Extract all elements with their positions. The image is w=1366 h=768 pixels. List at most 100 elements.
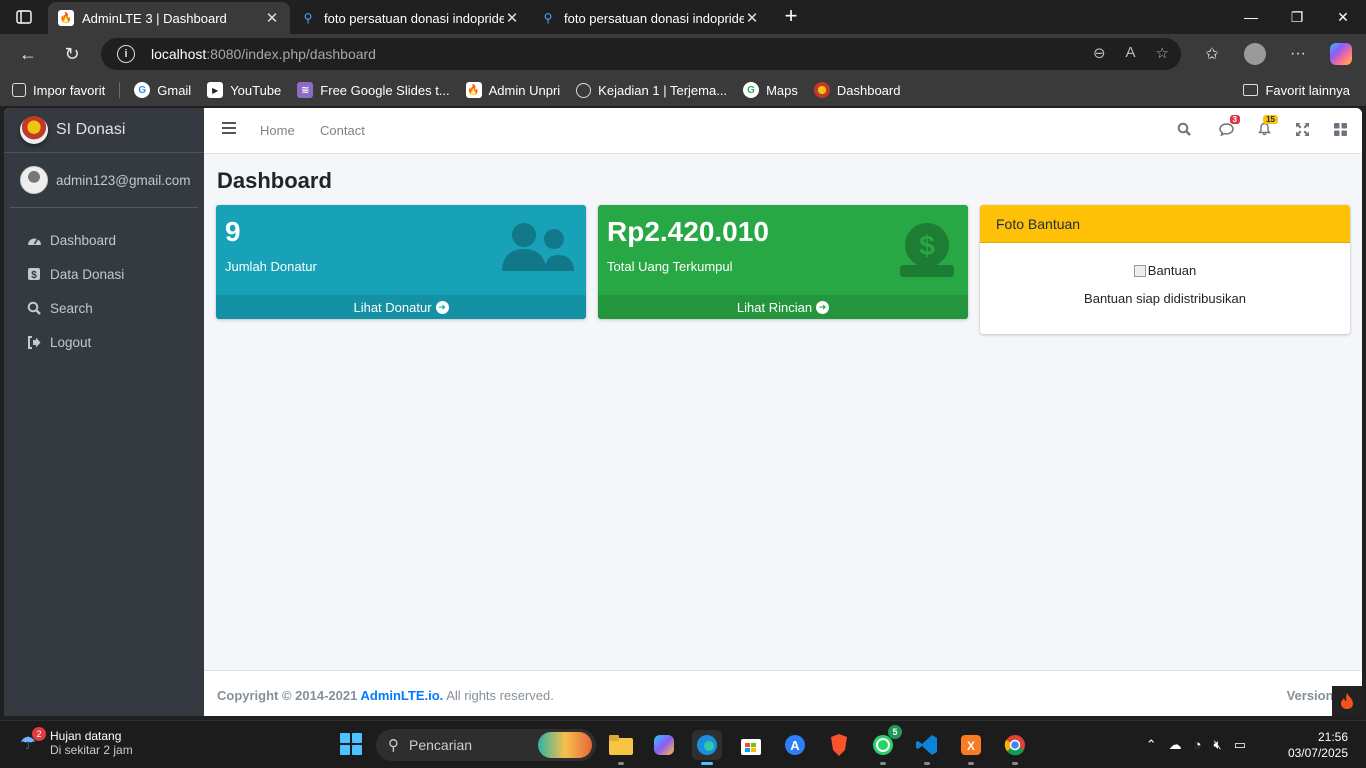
vscode-icon[interactable]: [912, 730, 942, 765]
more-options-icon[interactable]: ···: [1284, 41, 1312, 67]
star-icon[interactable]: ☆: [1156, 44, 1169, 62]
users-icon: [502, 221, 574, 276]
bookmark-label: YouTube: [230, 82, 282, 98]
restore-icon[interactable]: ❐: [1274, 0, 1320, 34]
bookmark-kejadian[interactable]: Kejadian 1 | Terjema...: [568, 78, 735, 102]
bookmark-slides[interactable]: ≋ Free Google Slides t...: [289, 78, 457, 102]
search-icon: ⚲: [388, 737, 399, 754]
main-header: Home Contact 3 15: [204, 108, 1362, 154]
edge-icon[interactable]: [692, 730, 722, 765]
bookmark-label: Dashboard: [836, 82, 901, 98]
zoom-icon[interactable]: ⊖: [1093, 44, 1106, 62]
copilot-icon[interactable]: [649, 730, 679, 760]
image-alt-text: Bantuan: [1147, 263, 1197, 278]
folder-icon: [1243, 84, 1259, 96]
card-caption: Bantuan siap didistribusikan: [1084, 290, 1246, 306]
messages-icon[interactable]: 3: [1218, 115, 1240, 137]
tachometer-icon: [26, 232, 42, 248]
control-sidebar-grid-icon[interactable]: [1332, 121, 1348, 137]
tab-title: foto persatuan donasi indopride -: [564, 10, 744, 26]
file-explorer-icon[interactable]: [606, 730, 636, 765]
taskbar-search[interactable]: ⚲ Pencarian: [376, 729, 596, 761]
total-uang-value: Rp2.420.010: [607, 216, 769, 247]
address-toolbar: ← ↻ i localhost:8080/index.php/dashboard…: [0, 34, 1366, 74]
xampp-icon[interactable]: X: [956, 730, 986, 765]
chrome-icon[interactable]: [1000, 730, 1030, 765]
address-bar[interactable]: i localhost:8080/index.php/dashboard ⊖ A…: [101, 38, 1181, 70]
bookmark-other-folder[interactable]: Favorit lainnya: [1235, 78, 1358, 102]
bookmark-label: Free Google Slides t...: [320, 82, 450, 98]
svg-text:$: $: [31, 270, 37, 281]
battery-icon[interactable]: ▭: [1234, 737, 1246, 753]
whatsapp-icon[interactable]: 5: [868, 725, 902, 765]
tab-search-2[interactable]: ⚲ foto persatuan donasi indopride - ✕: [530, 2, 770, 34]
lihat-donatur-link[interactable]: Lihat Donatur ➜: [216, 295, 586, 319]
close-tab-icon[interactable]: ✕: [504, 9, 520, 27]
fullscreen-icon[interactable]: [1294, 121, 1310, 137]
close-tab-icon[interactable]: ✕: [264, 9, 280, 27]
close-window-icon[interactable]: ✕: [1320, 0, 1366, 34]
navbar-search-icon[interactable]: [1176, 121, 1192, 137]
bookmark-label: Impor favorit: [33, 82, 106, 98]
bookmark-maps[interactable]: G Maps: [735, 78, 806, 102]
refresh-icon[interactable]: ↻: [60, 42, 84, 66]
onedrive-icon[interactable]: ☁: [1169, 737, 1182, 753]
sidebar-item-logout[interactable]: Logout: [12, 325, 196, 359]
close-tab-icon[interactable]: ✕: [744, 9, 760, 27]
tab-actions-button[interactable]: [10, 7, 38, 27]
tab-dashboard[interactable]: 🔥 AdminLTE 3 | Dashboard ✕: [48, 2, 290, 34]
weather-widget[interactable]: ☂ 2 Hujan datang Di sekitar 2 jam: [16, 727, 133, 757]
read-aloud-icon[interactable]: A: [1126, 44, 1136, 62]
search-icon: [26, 300, 42, 316]
bookmark-dashboard[interactable]: Dashboard: [806, 78, 909, 102]
notifications-bell-icon[interactable]: 15: [1256, 115, 1278, 137]
tab-search-1[interactable]: ⚲ foto persatuan donasi indopride - ✕: [290, 2, 530, 34]
sidebar-item-data-donasi[interactable]: $ Data Donasi: [12, 257, 196, 291]
nav-home-link[interactable]: Home: [260, 123, 295, 138]
minimize-icon[interactable]: —: [1228, 0, 1274, 34]
adminlte-link[interactable]: AdminLTE.io.: [360, 688, 443, 703]
sidebar-menu: Dashboard $ Data Donasi Search Logout: [4, 223, 204, 359]
back-arrow-icon[interactable]: ←: [16, 42, 40, 66]
start-button[interactable]: [340, 733, 362, 755]
money-bill-icon: $: [26, 266, 42, 282]
umbrella-icon: ☂ 2: [16, 727, 46, 755]
bookmark-gmail[interactable]: G Gmail: [126, 78, 199, 102]
whatsapp-badge: 5: [888, 725, 902, 739]
clock[interactable]: 21:56 03/07/2025: [1288, 729, 1348, 761]
brand-link[interactable]: SI Donasi: [4, 108, 204, 153]
store-icon[interactable]: [736, 730, 766, 760]
system-tray: ⌃ ☁ ◔ 🔇︎ ▭: [1146, 737, 1246, 753]
chevron-up-icon[interactable]: ⌃: [1146, 737, 1157, 753]
brand-logo: [20, 116, 48, 144]
search-icon: ⚲: [543, 11, 553, 25]
new-tab-button[interactable]: +: [780, 4, 802, 30]
search-icon: ⚲: [303, 11, 313, 25]
wifi-icon[interactable]: ◔: [1194, 737, 1202, 753]
nav-contact-link[interactable]: Contact: [320, 123, 365, 138]
profile-avatar-icon[interactable]: [1244, 43, 1266, 65]
bookmark-admin-unpri[interactable]: 🔥 Admin Unpri: [458, 78, 569, 102]
main-sidebar: SI Donasi admin123@gmail.com Dashboard $…: [4, 108, 204, 716]
brave-icon[interactable]: [824, 730, 854, 760]
flame-icon: 🔥: [465, 82, 482, 98]
sidebar-item-dashboard[interactable]: Dashboard: [12, 223, 196, 257]
site-info-icon[interactable]: i: [117, 45, 135, 63]
slides-icon: ≋: [297, 82, 314, 98]
favorites-icon[interactable]: ✩: [1198, 41, 1226, 67]
volume-muted-icon[interactable]: 🔇︎: [1214, 737, 1222, 753]
bookmark-youtube[interactable]: ▶ YouTube: [199, 78, 289, 102]
browser-tabbar: 🔥 AdminLTE 3 | Dashboard ✕ ⚲ foto persat…: [0, 0, 1366, 34]
svg-text:A: A: [790, 738, 800, 753]
copilot-icon[interactable]: [1330, 43, 1352, 65]
flame-icon[interactable]: [1332, 686, 1362, 716]
small-box-total-uang: Rp2.420.010 Total Uang Terkumpul $ Lihat…: [598, 205, 968, 319]
bookmarks-bar: Impor favorit G Gmail ▶ YouTube ≋ Free G…: [0, 74, 1366, 106]
sidebar-item-search[interactable]: Search: [12, 291, 196, 325]
user-panel[interactable]: admin123@gmail.com: [10, 153, 198, 208]
bookmark-import[interactable]: Impor favorit: [4, 78, 113, 102]
weather-subtitle: Di sekitar 2 jam: [50, 743, 133, 757]
menu-toggle-icon[interactable]: [222, 122, 236, 136]
app-store-icon[interactable]: A: [780, 730, 810, 760]
lihat-rincian-link[interactable]: Lihat Rincian ➜: [598, 295, 968, 319]
